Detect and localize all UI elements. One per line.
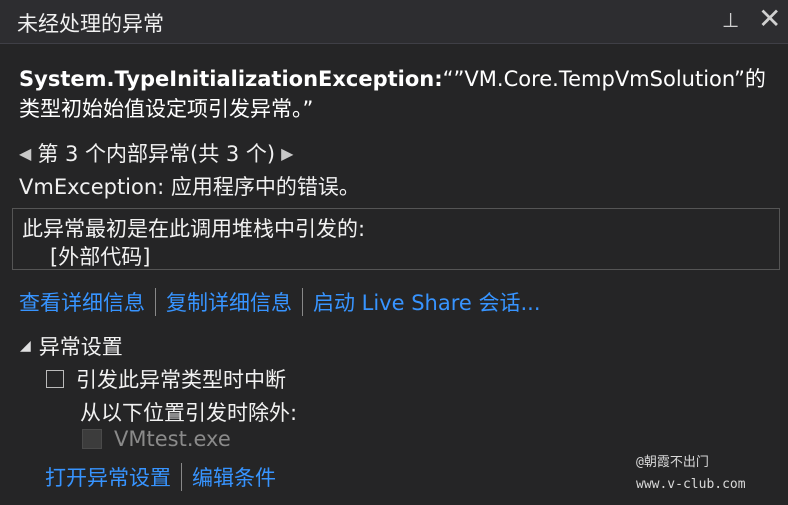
watermark-line2: www.v-club.com: [636, 477, 746, 492]
watermark: @朝霞不出门 www.v-club.com: [636, 452, 746, 496]
divider: [181, 463, 182, 491]
except-when-label: 从以下位置引发时除外:: [80, 401, 298, 425]
call-stack-box[interactable]: 此异常最初是在此调用堆栈中引发的: [外部代码]: [12, 208, 780, 270]
call-stack-frame: [外部代码]: [50, 245, 151, 269]
action-links: 查看详细信息 复制详细信息 启动 Live Share 会话...: [19, 287, 541, 317]
inner-exception-text: VmException: 应用程序中的错误。: [19, 175, 360, 199]
except-item-label: VMtest.exe: [114, 427, 231, 451]
inner-exception-counter: 第 3 个内部异常(共 3 个): [37, 142, 276, 166]
exception-type: System.TypeInitializationException:: [19, 67, 443, 91]
title-bar: 未经处理的异常 ⊥ ✕: [0, 0, 788, 44]
prev-arrow-icon[interactable]: ◀: [19, 144, 31, 163]
window-title: 未经处理的异常: [17, 12, 164, 36]
view-details-link[interactable]: 查看详细信息: [19, 287, 145, 317]
call-stack-title: 此异常最初是在此调用堆栈中引发的:: [22, 217, 366, 241]
divider: [302, 288, 303, 316]
except-item-checkbox: [82, 429, 102, 449]
expand-triangle-icon[interactable]: ◢: [20, 338, 31, 354]
inner-exception-nav: ◀ 第 3 个内部异常(共 3 个) ▶: [19, 138, 293, 168]
divider: [155, 288, 156, 316]
except-item-row: VMtest.exe: [82, 427, 231, 451]
settings-links: 打开异常设置 编辑条件: [45, 462, 276, 492]
next-arrow-icon[interactable]: ▶: [281, 144, 293, 163]
break-when-row[interactable]: 引发此异常类型时中断: [46, 364, 286, 394]
settings-header-label: 异常设置: [38, 335, 123, 359]
break-when-label: 引发此异常类型时中断: [76, 368, 286, 392]
edit-conditions-link[interactable]: 编辑条件: [192, 462, 276, 492]
watermark-line1: @朝霞不出门: [636, 455, 709, 470]
close-icon[interactable]: ✕: [758, 2, 781, 35]
live-share-link[interactable]: 启动 Live Share 会话...: [313, 287, 541, 317]
break-when-checkbox[interactable]: [46, 370, 64, 388]
exception-settings-header[interactable]: ◢ 异常设置: [20, 331, 123, 361]
exception-message: System.TypeInitializationException:“”VM.…: [19, 64, 779, 124]
copy-details-link[interactable]: 复制详细信息: [166, 287, 292, 317]
open-settings-link[interactable]: 打开异常设置: [45, 462, 171, 492]
pin-icon[interactable]: ⊥: [722, 8, 739, 32]
